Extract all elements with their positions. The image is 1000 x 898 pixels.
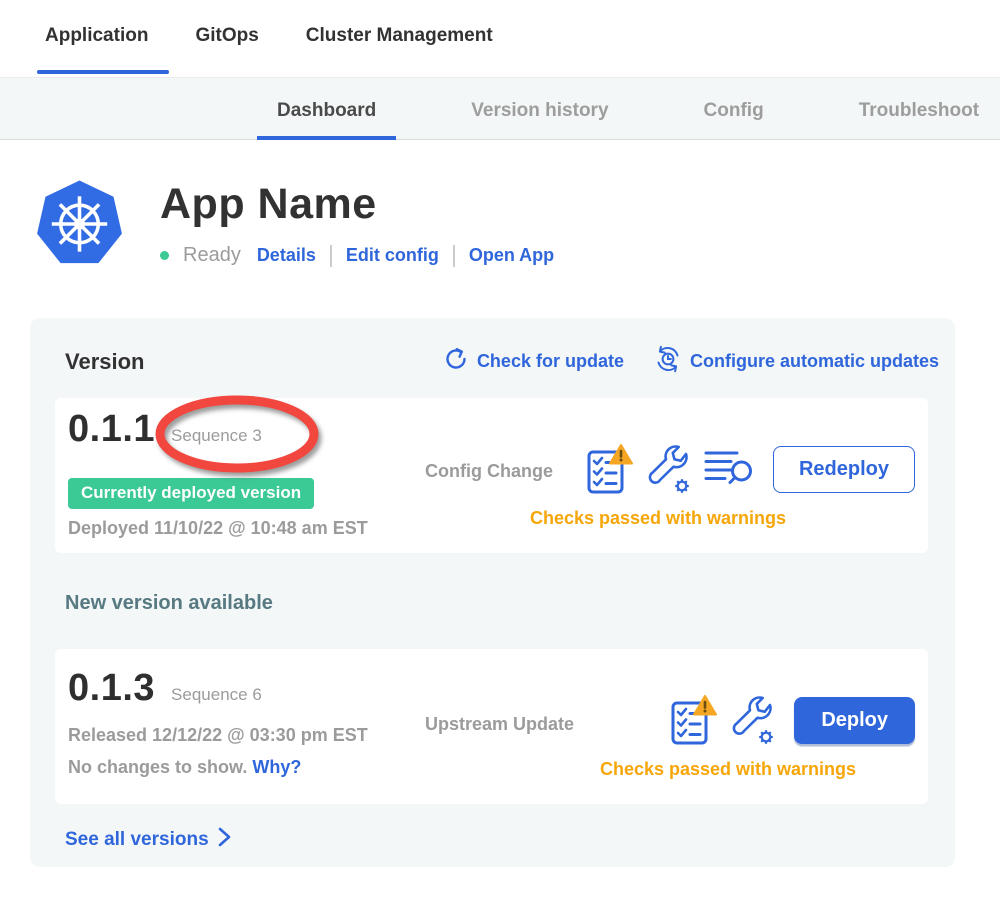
status-text: Ready [183, 244, 241, 267]
current-sequence-label: Sequence 3 [171, 426, 262, 446]
version-card: Version Check for update [30, 318, 955, 867]
deploy-button[interactable]: Deploy [794, 697, 915, 744]
preflight-checks-icon[interactable] [670, 695, 717, 745]
page-title: App Name [160, 180, 377, 229]
kubernetes-logo-icon [35, 178, 124, 273]
gear-icon [760, 730, 774, 744]
edit-config-wrench-icon[interactable] [730, 696, 775, 745]
see-all-versions-link[interactable]: See all versions [65, 826, 955, 854]
version-source-label: Config Change [425, 461, 553, 482]
version-card-title: Version [65, 349, 144, 375]
new-version-heading: New version available [65, 592, 955, 615]
edit-config-link[interactable]: Edit config [346, 245, 439, 266]
tab-troubleshoot[interactable]: Troubleshoot [859, 100, 979, 140]
edit-config-wrench-icon[interactable] [646, 445, 691, 494]
checks-status-text: Checks passed with warnings [493, 508, 823, 529]
chevron-right-icon [218, 826, 231, 854]
tab-cluster-management[interactable]: Cluster Management [306, 25, 493, 77]
divider [453, 245, 455, 267]
details-link[interactable]: Details [257, 245, 316, 266]
redeploy-button[interactable]: Redeploy [773, 446, 915, 493]
open-app-link[interactable]: Open App [469, 245, 554, 266]
available-version-number: 0.1.3 [68, 667, 155, 710]
version-source-label: Upstream Update [425, 714, 574, 735]
refresh-icon [443, 346, 469, 377]
checks-status-text: Checks passed with warnings [563, 759, 893, 780]
current-version-number: 0.1.1 [68, 408, 155, 451]
sub-nav: Dashboard Version history Config Trouble… [0, 77, 1000, 140]
tab-dashboard[interactable]: Dashboard [277, 100, 376, 140]
status-row: Ready Details Edit config Open App [160, 244, 554, 267]
gear-icon [675, 479, 689, 493]
auto-update-clock-icon [654, 345, 682, 378]
currently-deployed-badge: Currently deployed version [68, 478, 314, 509]
view-diff-icon[interactable] [704, 448, 754, 490]
tab-gitops[interactable]: GitOps [195, 25, 258, 77]
top-nav: Application GitOps Cluster Management [0, 0, 1000, 77]
available-version-row: 0.1.3 Sequence 6 Released 12/12/22 @ 03:… [55, 649, 928, 804]
tab-application[interactable]: Application [45, 25, 148, 77]
why-link[interactable]: Why? [252, 757, 301, 777]
divider [330, 245, 332, 267]
configure-automatic-updates-link[interactable]: Configure automatic updates [654, 345, 939, 378]
available-sequence-label: Sequence 6 [171, 685, 262, 705]
tab-version-history[interactable]: Version history [471, 100, 608, 140]
app-header: App Name Ready Details Edit config Open … [0, 140, 1000, 318]
preflight-checks-icon[interactable] [586, 444, 633, 494]
no-changes-text: No changes to show. [68, 757, 247, 777]
check-for-update-link[interactable]: Check for update [443, 346, 624, 377]
current-version-row: 0.1.1 Sequence 3 Currently deployed vers… [55, 398, 928, 553]
tab-config[interactable]: Config [704, 100, 764, 140]
status-dot-icon [160, 251, 169, 260]
